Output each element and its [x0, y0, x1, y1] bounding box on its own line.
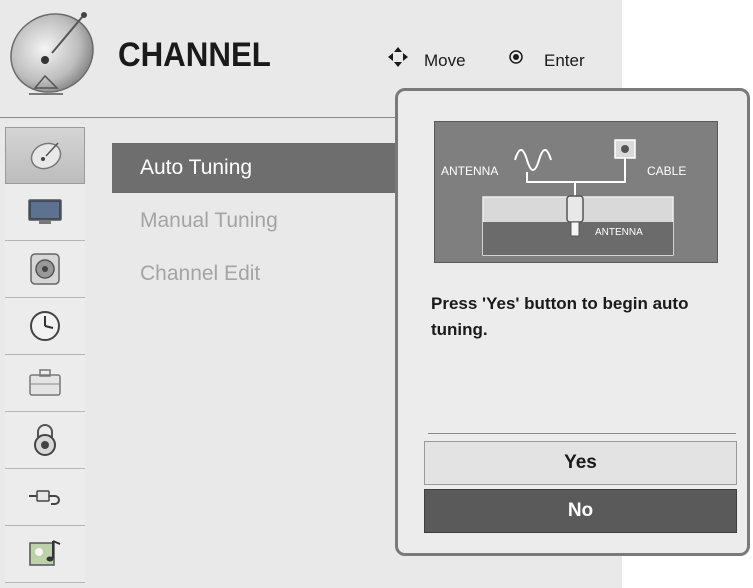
- satellite-dish-icon: [30, 142, 62, 170]
- sidebar-item-lock[interactable]: [5, 412, 85, 469]
- yes-button[interactable]: Yes: [424, 441, 737, 485]
- toolbox-icon: [29, 369, 61, 396]
- menu-item-manual-tuning[interactable]: Manual Tuning: [112, 196, 412, 246]
- menu-item-channel-edit[interactable]: Channel Edit: [112, 249, 412, 299]
- sidebar-item-option[interactable]: [5, 355, 85, 412]
- no-button[interactable]: No: [424, 489, 737, 533]
- speaker-icon: [30, 253, 60, 285]
- menu-item-label: Manual Tuning: [140, 209, 278, 232]
- antenna-label: ANTENNA: [441, 164, 499, 178]
- category-sidebar: [5, 127, 85, 583]
- sidebar-item-audio[interactable]: [5, 241, 85, 298]
- sidebar-item-input[interactable]: [5, 469, 85, 526]
- antenna-connection-diagram: ANTENNA CABLE ANTENNA: [434, 121, 718, 263]
- menu-item-label: Channel Edit: [140, 262, 261, 285]
- enter-hint-label: Enter: [544, 51, 585, 70]
- monitor-icon: [28, 199, 62, 224]
- sidebar-item-time[interactable]: [5, 298, 85, 355]
- clock-icon: [30, 311, 60, 341]
- dialog-divider: [428, 433, 736, 434]
- sidebar-item-media[interactable]: [5, 526, 85, 583]
- enter-button-icon: [505, 46, 527, 68]
- auto-tuning-dialog: ANTENNA CABLE ANTENNA Press 'Yes' button…: [395, 88, 750, 556]
- input-plug-icon: [29, 490, 60, 505]
- antenna-port-label: ANTENNA: [595, 227, 643, 238]
- sidebar-item-channel[interactable]: [5, 127, 85, 184]
- cable-label: CABLE: [647, 164, 687, 178]
- dialog-message: Press 'Yes' button to begin auto tuning.: [431, 294, 689, 339]
- satellite-dish-logo-icon: [5, 8, 100, 103]
- sidebar-item-picture[interactable]: [5, 184, 85, 241]
- padlock-icon: [34, 424, 56, 456]
- page-title: CHANNEL: [118, 36, 271, 74]
- menu-item-auto-tuning[interactable]: Auto Tuning: [112, 143, 412, 193]
- menu-item-label: Auto Tuning: [140, 156, 253, 179]
- media-icon: [29, 540, 61, 566]
- move-hint-label: Move: [424, 51, 466, 70]
- move-arrows-icon: [387, 46, 409, 68]
